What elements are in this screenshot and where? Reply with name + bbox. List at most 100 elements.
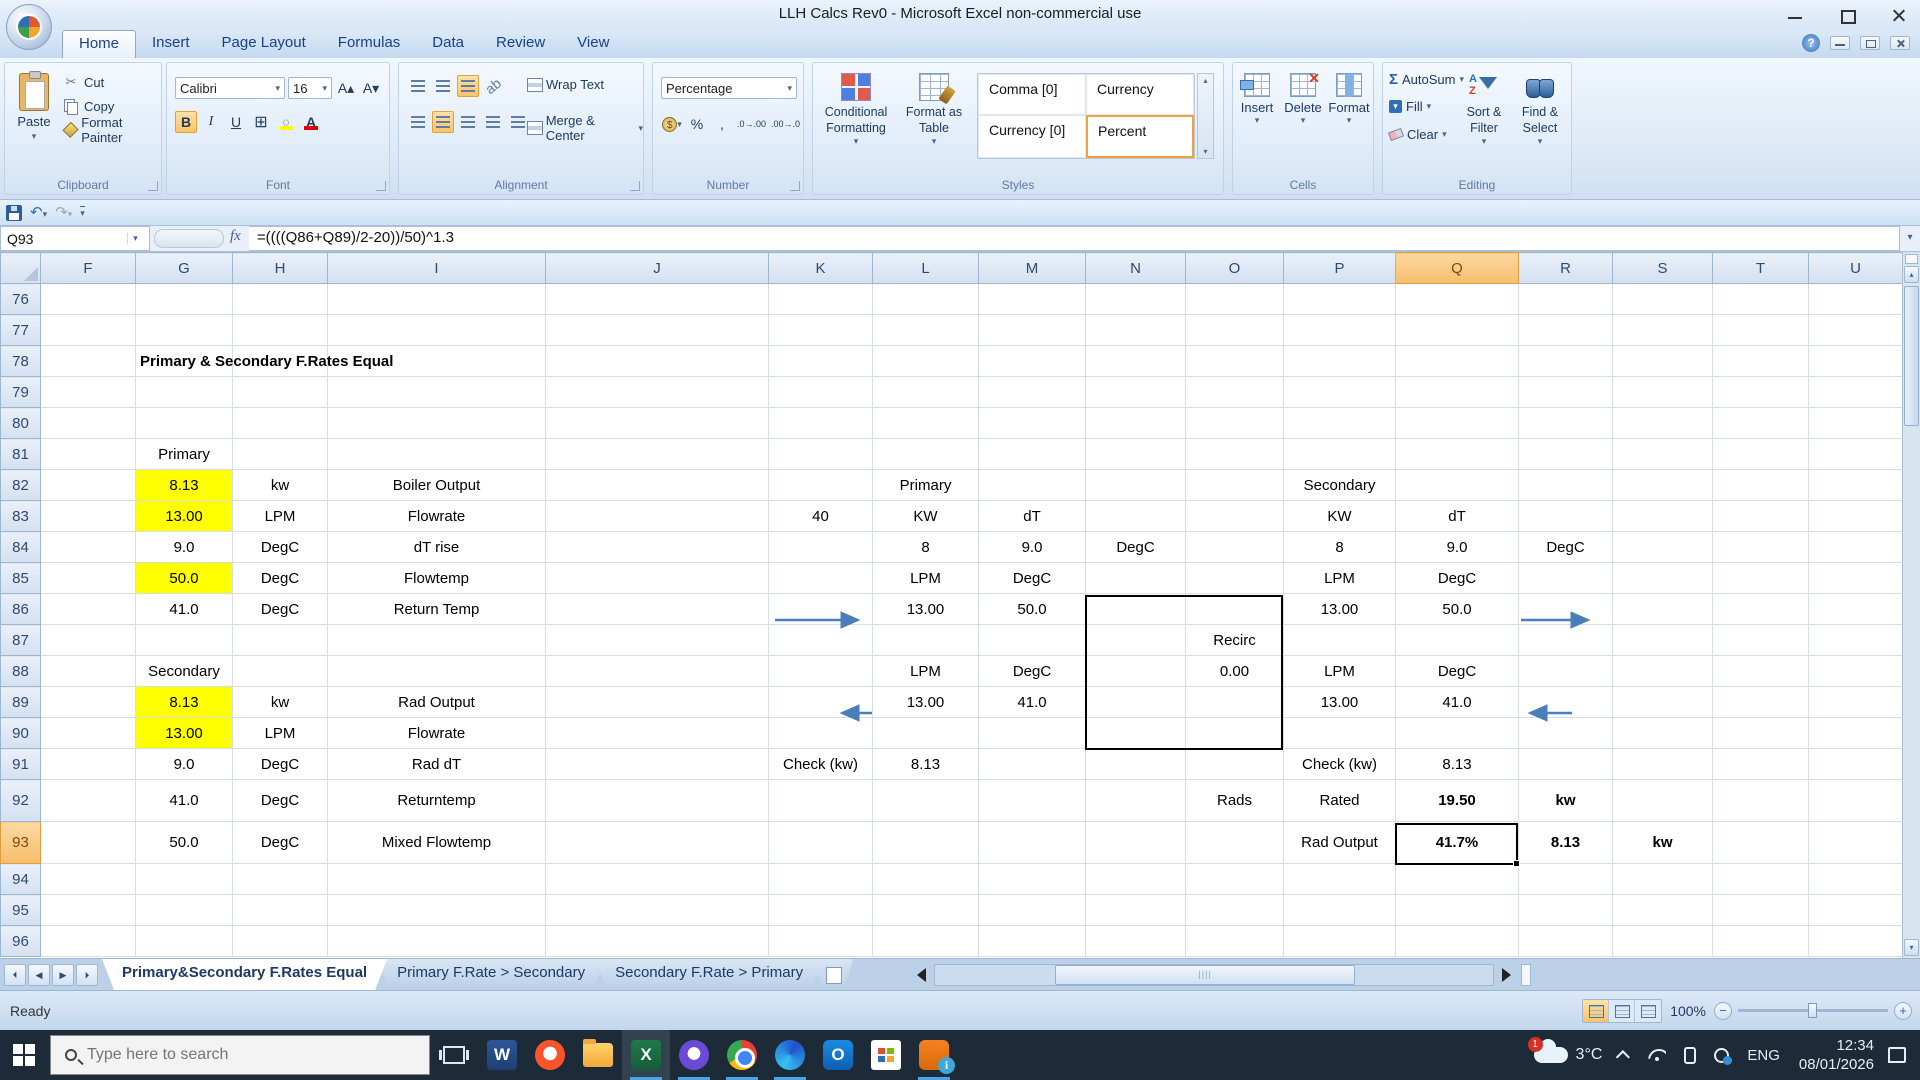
cell-I80[interactable] — [327, 407, 546, 439]
align-top-button[interactable] — [407, 75, 429, 97]
cell-P79[interactable] — [1283, 376, 1396, 408]
row-header-96[interactable]: 96 — [0, 925, 41, 957]
column-header-P[interactable]: P — [1283, 252, 1396, 284]
cell-K94[interactable] — [768, 863, 873, 895]
cell-Q91[interactable]: 8.13 — [1395, 748, 1519, 780]
cell-Q96[interactable] — [1395, 925, 1519, 957]
cell-J80[interactable] — [545, 407, 769, 439]
vertical-split-handle[interactable] — [1905, 254, 1918, 264]
taskbar-excel[interactable]: X — [622, 1030, 670, 1080]
undo-button[interactable]: ↶▾ — [30, 203, 47, 222]
cell-F80[interactable] — [40, 407, 136, 439]
cell-G89[interactable]: 8.13 — [135, 686, 233, 718]
decrease-indent-button[interactable] — [482, 111, 504, 133]
font-color-button[interactable]: A — [300, 111, 322, 133]
row-header-77[interactable]: 77 — [0, 314, 41, 346]
cell-U78[interactable] — [1808, 345, 1903, 377]
cell-T91[interactable] — [1712, 748, 1809, 780]
cell-J81[interactable] — [545, 438, 769, 470]
cell-J86[interactable] — [545, 593, 769, 625]
cell-S85[interactable] — [1612, 562, 1713, 594]
increase-indent-button[interactable] — [507, 111, 529, 133]
cell-Q92[interactable]: 19.50 — [1395, 779, 1519, 822]
cell-J76[interactable] — [545, 283, 769, 315]
cell-R78[interactable] — [1518, 345, 1613, 377]
cell-U83[interactable] — [1808, 500, 1903, 532]
row-header-88[interactable]: 88 — [0, 655, 41, 687]
zoom-level[interactable]: 100% — [1670, 1003, 1706, 1019]
percent-style-button[interactable]: % — [686, 113, 708, 135]
cell-G80[interactable] — [135, 407, 233, 439]
cell-I82[interactable]: Boiler Output — [327, 469, 546, 501]
cell-J79[interactable] — [545, 376, 769, 408]
cell-K89[interactable] — [768, 686, 873, 718]
row-header-85[interactable]: 85 — [0, 562, 41, 594]
cell-S95[interactable] — [1612, 894, 1713, 926]
cell-H77[interactable] — [232, 314, 328, 346]
insert-function-button[interactable]: fx — [228, 226, 249, 251]
cell-F78[interactable] — [40, 345, 136, 377]
cell-L90[interactable] — [872, 717, 979, 749]
cell-S92[interactable] — [1612, 779, 1713, 822]
conditional-formatting-button[interactable]: Conditional Formatting ▾ — [819, 67, 893, 148]
cell-O94[interactable] — [1185, 863, 1284, 895]
cell-R96[interactable] — [1518, 925, 1613, 957]
cell-O85[interactable] — [1185, 562, 1284, 594]
row-header-82[interactable]: 82 — [0, 469, 41, 501]
cell-G79[interactable] — [135, 376, 233, 408]
cell-N84[interactable]: DegC — [1085, 531, 1186, 563]
cell-P93[interactable]: Rad Output — [1283, 821, 1396, 864]
cell-M79[interactable] — [978, 376, 1086, 408]
align-right-button[interactable] — [457, 111, 479, 133]
page-break-view-button[interactable] — [1635, 1000, 1661, 1022]
cell-T92[interactable] — [1712, 779, 1809, 822]
cell-T83[interactable] — [1712, 500, 1809, 532]
cell-Q79[interactable] — [1395, 376, 1519, 408]
column-header-M[interactable]: M — [978, 252, 1086, 284]
cell-P92[interactable]: Rated — [1283, 779, 1396, 822]
cell-S93[interactable]: kw — [1612, 821, 1713, 864]
number-dialog-launcher[interactable] — [790, 181, 800, 191]
align-center-button[interactable] — [432, 111, 454, 133]
cell-L91[interactable]: 8.13 — [872, 748, 979, 780]
style-comma0[interactable]: Comma [0] — [978, 74, 1086, 115]
cell-I95[interactable] — [327, 894, 546, 926]
cell-P87[interactable] — [1283, 624, 1396, 656]
cell-N91[interactable] — [1085, 748, 1186, 780]
cell-O88[interactable]: 0.00 — [1185, 655, 1284, 687]
tab-formulas[interactable]: Formulas — [322, 30, 417, 58]
cell-U94[interactable] — [1808, 863, 1903, 895]
cell-Q85[interactable]: DegC — [1395, 562, 1519, 594]
cell-H86[interactable]: DegC — [232, 593, 328, 625]
align-left-button[interactable] — [407, 111, 429, 133]
tray-expand-button[interactable] — [1611, 1030, 1639, 1080]
cell-K87[interactable] — [768, 624, 873, 656]
network-button[interactable] — [1639, 1030, 1675, 1080]
grow-font-button[interactable]: A▴ — [335, 77, 357, 99]
cell-Q80[interactable] — [1395, 407, 1519, 439]
cell-I92[interactable]: Returntemp — [327, 779, 546, 822]
cell-P77[interactable] — [1283, 314, 1396, 346]
cell-G77[interactable] — [135, 314, 233, 346]
cell-K96[interactable] — [768, 925, 873, 957]
cell-L85[interactable]: LPM — [872, 562, 979, 594]
align-middle-button[interactable] — [432, 75, 454, 97]
cell-S79[interactable] — [1612, 376, 1713, 408]
cell-U84[interactable] — [1808, 531, 1903, 563]
cell-K86[interactable] — [768, 593, 873, 625]
action-center-icon[interactable] — [1888, 1047, 1906, 1063]
cell-R79[interactable] — [1518, 376, 1613, 408]
zoom-slider-thumb[interactable] — [1808, 1003, 1817, 1018]
increase-decimal-button[interactable]: .0→.00 — [736, 113, 767, 135]
cell-H91[interactable]: DegC — [232, 748, 328, 780]
cell-Q77[interactable] — [1395, 314, 1519, 346]
merge-center-button[interactable]: Merge & Center ▾ — [527, 113, 643, 143]
cell-F90[interactable] — [40, 717, 136, 749]
cell-J77[interactable] — [545, 314, 769, 346]
cell-O91[interactable] — [1185, 748, 1284, 780]
column-header-K[interactable]: K — [768, 252, 873, 284]
cell-J84[interactable] — [545, 531, 769, 563]
cell-I93[interactable]: Mixed Flowtemp — [327, 821, 546, 864]
cell-F94[interactable] — [40, 863, 136, 895]
cell-H80[interactable] — [232, 407, 328, 439]
